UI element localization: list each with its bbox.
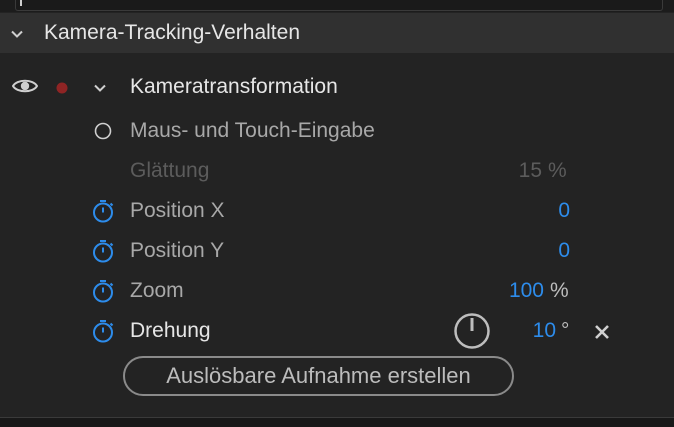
smoothing-unit: % — [548, 159, 567, 182]
position-y-label: Position Y — [130, 239, 225, 262]
stopwatch-icon[interactable] — [91, 319, 115, 348]
position-x-value[interactable]: 0 — [500, 191, 570, 231]
zoom-unit: % — [550, 279, 569, 302]
radio-button-icon[interactable] — [94, 122, 112, 145]
create-triggerable-shot-button[interactable]: Auslösbare Aufnahme erstellen — [123, 356, 514, 396]
row-position-y: Position Y 0 — [0, 231, 674, 271]
chevron-down-icon[interactable] — [94, 81, 106, 99]
smoothing-value: 15 — [518, 159, 542, 182]
eye-icon[interactable] — [11, 77, 39, 100]
position-x-label: Position X — [130, 199, 225, 222]
group-row-camera-transform: Kameratransformation — [0, 67, 674, 107]
row-rotation: Drehung 10 ° — [0, 311, 674, 351]
group-title: Kameratransformation — [130, 75, 338, 98]
chevron-down-icon[interactable] — [11, 27, 23, 39]
stopwatch-icon[interactable] — [91, 199, 115, 228]
record-dot-icon[interactable] — [56, 81, 68, 99]
text-caret — [20, 0, 22, 6]
section-header-camera-tracking[interactable]: Kamera-Tracking-Verhalten — [0, 13, 674, 53]
stopwatch-icon[interactable] — [91, 239, 115, 268]
rotation-dial-icon[interactable] — [453, 312, 491, 355]
row-smoothing: Glättung 15 % — [0, 151, 674, 191]
row-zoom: Zoom 100 % — [0, 271, 674, 311]
close-icon[interactable] — [594, 324, 610, 345]
stopwatch-icon[interactable] — [91, 279, 115, 308]
section-title: Kamera-Tracking-Verhalten — [44, 21, 300, 44]
smoothing-label: Glättung — [130, 159, 210, 182]
position-y-value[interactable]: 0 — [500, 231, 570, 271]
top-input-strip — [0, 0, 674, 12]
mouse-touch-label: Maus- und Touch-Eingabe — [130, 119, 375, 142]
rotation-unit: ° — [561, 319, 570, 342]
rotation-label: Drehung — [130, 319, 211, 342]
row-mouse-touch-input[interactable]: Maus- und Touch-Eingabe — [0, 111, 674, 151]
zoom-label: Zoom — [130, 279, 184, 302]
zoom-value[interactable]: 100 — [496, 271, 544, 311]
rotation-value[interactable]: 10 — [510, 311, 556, 351]
row-position-x: Position X 0 — [0, 191, 674, 231]
top-text-field[interactable] — [15, 0, 663, 11]
